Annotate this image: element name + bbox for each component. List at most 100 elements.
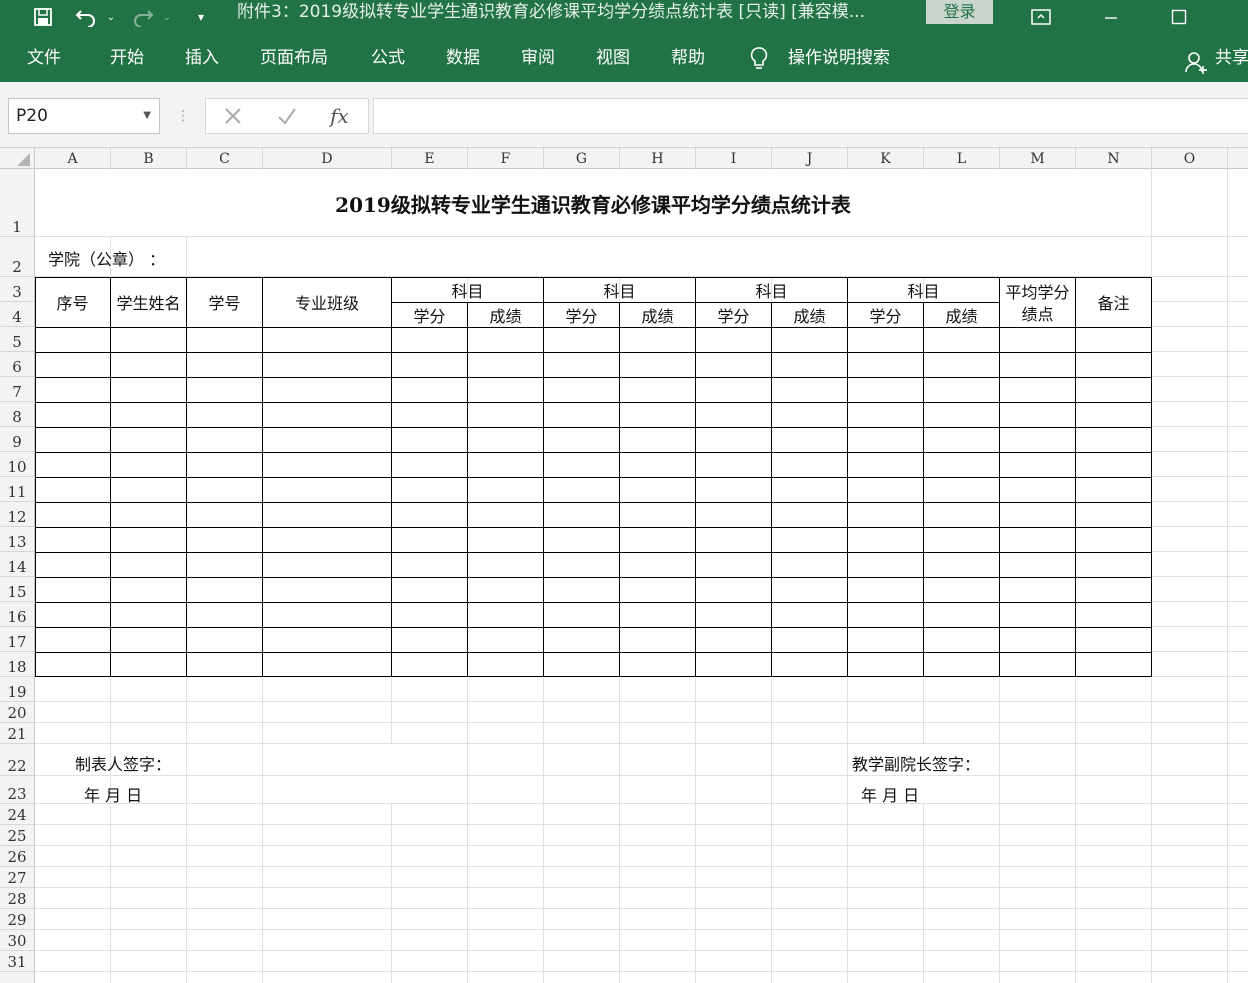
gridline [35,236,1248,237]
row-header-19[interactable]: 19 [0,677,35,702]
header-score: 成绩 [793,307,826,326]
column-header-k[interactable]: K [848,148,924,169]
row-header-4[interactable]: 4 [0,302,35,327]
table-border [543,277,544,677]
gridline [35,824,1248,825]
column-header-a[interactable]: A [35,148,111,169]
worksheet-grid[interactable]: A B C D E F G H I J K L M N O 1 2 3 4 5 … [0,148,1248,983]
table-border [35,327,1152,328]
row-header-25[interactable]: 25 [0,825,35,846]
row-header-31[interactable]: 31 [0,951,35,972]
cancel-icon[interactable] [222,105,244,127]
table-border [999,277,1000,677]
lightbulb-icon[interactable] [749,46,769,72]
select-all-button[interactable] [0,148,35,169]
column-header-f[interactable]: F [468,148,544,169]
row-header-17[interactable]: 17 [0,627,35,652]
table-border [35,527,1152,528]
header-remarks: 备注 [1097,294,1130,313]
column-header-j[interactable]: J [772,148,848,169]
row-header-24[interactable]: 24 [0,804,35,825]
table-border [1075,277,1076,677]
tell-me-search[interactable]: 操作说明搜索 [788,34,890,82]
ribbon-display-options-icon[interactable] [1028,0,1054,34]
row-header-6[interactable]: 6 [0,352,35,377]
row-header-13[interactable]: 13 [0,527,35,552]
table-border [35,402,1152,403]
header-student-id: 学号 [208,294,241,313]
share-button[interactable]: 共享 [1215,34,1248,82]
save-icon[interactable] [30,0,56,34]
column-header-b[interactable]: B [111,148,187,169]
row-header-12[interactable]: 12 [0,502,35,527]
row-header-14[interactable]: 14 [0,552,35,577]
tab-data[interactable]: 数据 [446,34,480,82]
minimize-icon[interactable] [1100,0,1122,34]
column-header-c[interactable]: C [187,148,263,169]
row-header-8[interactable]: 8 [0,402,35,427]
enter-icon[interactable] [276,105,298,127]
row-header-21[interactable]: 21 [0,723,35,744]
column-header-h[interactable]: H [620,148,696,169]
column-header-i[interactable]: I [696,148,772,169]
column-header-o[interactable]: O [1152,148,1228,169]
gridline [35,743,1248,744]
row-header-2[interactable]: 2 [0,237,35,277]
redo-dropdown-icon[interactable]: ⌄ [160,0,174,34]
redo-icon[interactable] [130,0,156,34]
column-header-d[interactable]: D [263,148,392,169]
gridline [35,929,1248,930]
tab-home[interactable]: 开始 [110,34,144,82]
share-person-icon[interactable] [1184,50,1208,76]
tab-page-layout[interactable]: 页面布局 [260,34,328,82]
row-header-15[interactable]: 15 [0,577,35,602]
row-header-1[interactable]: 1 [0,169,35,237]
column-header-e[interactable]: E [392,148,468,169]
row-header-3[interactable]: 3 [0,277,35,302]
header-student-name: 学生姓名 [116,294,181,313]
row-header-20[interactable]: 20 [0,702,35,723]
row-header-16[interactable]: 16 [0,602,35,627]
undo-dropdown-icon[interactable]: ⌄ [104,0,118,34]
row-header-18[interactable]: 18 [0,652,35,677]
row-header-32[interactable] [0,972,35,983]
name-box-dropdown-icon[interactable]: ▼ [143,99,151,133]
tab-file[interactable]: 文件 [27,34,61,82]
column-header-p[interactable] [1228,148,1248,169]
column-header-m[interactable]: M [1000,148,1076,169]
formula-bar-grip-icon[interactable]: ⋮ [176,104,190,128]
column-header-n[interactable]: N [1076,148,1152,169]
gridline [35,866,1248,867]
name-box[interactable]: P20 ▼ [8,98,160,134]
row-header-30[interactable]: 30 [0,930,35,951]
row-header-7[interactable]: 7 [0,377,35,402]
tab-review[interactable]: 审阅 [521,34,555,82]
maximize-icon[interactable] [1168,0,1190,34]
table-border [35,577,1152,578]
row-header-29[interactable]: 29 [0,909,35,930]
insert-function-icon[interactable]: fx [330,101,358,131]
tab-insert[interactable]: 插入 [185,34,219,82]
row-header-22[interactable]: 22 [0,744,35,776]
tab-help[interactable]: 帮助 [671,34,705,82]
row-header-5[interactable]: 5 [0,327,35,352]
row-header-28[interactable]: 28 [0,888,35,909]
customize-toolbar-icon[interactable]: ▾ [192,0,210,34]
login-button[interactable]: 登录 [926,0,993,24]
table-border [35,377,1152,378]
undo-icon[interactable] [72,0,100,34]
row-header-23[interactable]: 23 [0,776,35,804]
tab-view[interactable]: 视图 [596,34,630,82]
row-header-11[interactable]: 11 [0,477,35,502]
tab-formulas[interactable]: 公式 [371,34,405,82]
table-border [619,302,620,677]
row-header-26[interactable]: 26 [0,846,35,867]
column-header-g[interactable]: G [544,148,620,169]
gridline [35,722,1248,723]
formula-input[interactable] [373,98,1248,134]
row-header-9[interactable]: 9 [0,427,35,452]
row-header-10[interactable]: 10 [0,452,35,477]
gridline [35,887,1248,888]
row-header-27[interactable]: 27 [0,867,35,888]
column-header-l[interactable]: L [924,148,1000,169]
